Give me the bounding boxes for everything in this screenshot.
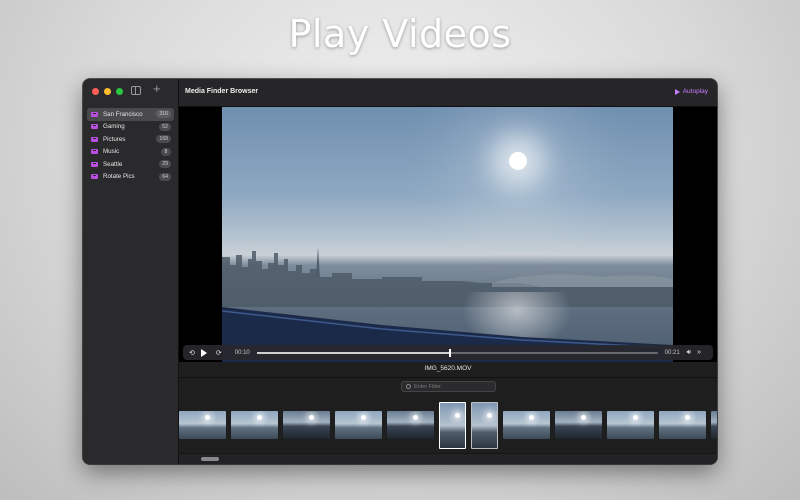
sidebar: + San Francisco 316 Gaming 52 Pictures 1… (83, 79, 179, 464)
count-badge: 29 (159, 160, 171, 169)
titlebar: Media Finder Browser Autoplay (179, 79, 717, 107)
thumbnail-sun (685, 415, 690, 420)
current-time: 00:10 (234, 349, 250, 356)
thumbnail-sun (205, 415, 210, 420)
video-frame (222, 107, 673, 362)
tray-icon (91, 136, 98, 142)
sidebar-item-rotate-pics[interactable]: Rotate Pics 64 (87, 171, 174, 184)
sun-image (509, 152, 527, 170)
autoplay-button[interactable]: Autoplay (674, 88, 708, 95)
sidebar-item-label: Pictures (103, 135, 126, 143)
thumbnail-strip[interactable] (179, 401, 717, 451)
thumbnail-sun (455, 413, 460, 418)
sidebar-item-music[interactable]: Music 8 (87, 146, 174, 159)
video-thumbnail[interactable] (231, 411, 278, 439)
tray-icon (91, 124, 98, 130)
count-badge: 8 (161, 147, 171, 156)
video-thumbnail[interactable] (283, 411, 330, 439)
video-thumbnail[interactable] (387, 411, 434, 439)
scrubber-handle[interactable] (449, 348, 452, 357)
window-title: Media Finder Browser (185, 88, 259, 95)
thumbnail-sun (529, 415, 534, 420)
sidebar-item-label: Seattle (103, 160, 123, 168)
search-icon (406, 384, 411, 389)
count-badge: 52 (159, 122, 171, 131)
horizontal-scrollbar[interactable] (179, 453, 717, 464)
thumbnail-sun (309, 415, 314, 420)
autoplay-label: Autoplay (682, 88, 708, 95)
tray-icon (91, 111, 98, 117)
thumbnail-sun (413, 415, 418, 420)
video-thumbnail[interactable] (503, 411, 550, 439)
sidebar-item-label: Gaming (103, 123, 125, 131)
video-thumbnail[interactable] (659, 411, 706, 439)
city-skyline-image (222, 247, 673, 307)
sidebar-item-gaming[interactable]: Gaming 52 (87, 121, 174, 134)
minimize-window-button[interactable] (104, 88, 111, 95)
skip-back-icon[interactable]: ⟲ (189, 349, 195, 357)
thumbnail-sun (581, 415, 586, 420)
sidebar-list: San Francisco 316 Gaming 52 Pictures 168… (87, 108, 174, 183)
sidebar-item-pictures[interactable]: Pictures 168 (87, 133, 174, 146)
thumbnail-sun (487, 413, 492, 418)
sidebar-item-label: Music (103, 148, 120, 156)
sidebar-item-label: Rotate Pics (103, 173, 135, 181)
thumbnail-sun (361, 415, 366, 420)
file-name: IMG_5620.MOV (424, 365, 472, 372)
video-thumbnail[interactable] (607, 411, 654, 439)
video-thumbnail[interactable] (439, 402, 466, 449)
count-badge: 168 (156, 135, 171, 144)
sidebar-item-label: San Francisco (103, 110, 143, 118)
skip-forward-icon[interactable]: ⟳ (216, 349, 222, 357)
scrubber[interactable] (256, 348, 658, 357)
scrubber-fill (256, 351, 450, 354)
window-controls (92, 88, 123, 95)
add-folder-icon[interactable]: + (153, 82, 161, 96)
play-button[interactable] (200, 348, 207, 357)
divider (179, 377, 717, 378)
sidebar-item-seattle[interactable]: Seattle 29 (87, 158, 174, 171)
scrollbar-thumb[interactable] (201, 457, 219, 461)
filter-field[interactable] (401, 381, 496, 392)
sidebar-item-san-francisco[interactable]: San Francisco 316 (87, 108, 174, 121)
count-badge: 64 (159, 172, 171, 181)
video-thumbnail[interactable] (335, 411, 382, 439)
main-pane: Media Finder Browser Autoplay ⟲ ⟳ 00:10 … (179, 79, 717, 464)
app-window: + San Francisco 316 Gaming 52 Pictures 1… (83, 79, 717, 464)
video-player[interactable]: ⟲ ⟳ 00:10 00:21 🔊︎ » (179, 107, 717, 362)
video-thumbnail[interactable] (179, 411, 226, 439)
video-thumbnail[interactable] (711, 411, 717, 439)
filter-input[interactable] (414, 383, 494, 390)
tray-icon (91, 174, 98, 180)
thumbnail-sun (257, 415, 262, 420)
tray-icon (91, 149, 98, 155)
sidebar-toggle-icon[interactable] (131, 86, 141, 95)
fast-forward-icon[interactable]: » (697, 349, 701, 356)
playback-controls: ⟲ ⟳ 00:10 00:21 🔊︎ » (183, 345, 713, 360)
count-badge: 316 (156, 110, 171, 119)
close-window-button[interactable] (92, 88, 99, 95)
tray-icon (91, 161, 98, 167)
video-thumbnail[interactable] (471, 402, 498, 449)
end-time: 00:21 (664, 349, 680, 356)
play-icon (674, 88, 680, 95)
volume-icon[interactable]: 🔊︎ (687, 349, 691, 357)
video-thumbnail[interactable] (555, 411, 602, 439)
headline: Play Videos (288, 12, 512, 56)
thumbnail-sun (633, 415, 638, 420)
zoom-window-button[interactable] (116, 88, 123, 95)
